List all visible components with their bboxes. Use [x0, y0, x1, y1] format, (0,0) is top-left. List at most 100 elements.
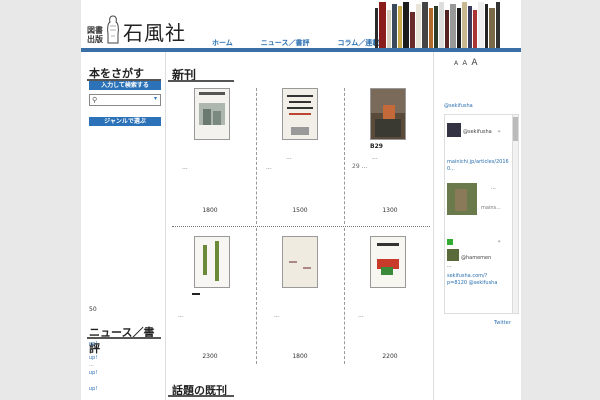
chevron-down-icon[interactable]: ▾	[154, 95, 157, 102]
book-spine	[402, 2, 410, 48]
book-excerpt: ...	[358, 312, 364, 319]
book-spine	[461, 2, 468, 48]
tweet-link[interactable]: sekifusha.com/?p=8120 @sekifusha	[447, 273, 507, 287]
book-excerpt: ...	[286, 154, 292, 161]
heading-rule	[168, 395, 234, 397]
feed-scrollbar[interactable]	[512, 115, 518, 313]
genre-button[interactable]: ジャンルで選ぶ	[89, 117, 161, 126]
tweet-card-dots: ...	[491, 185, 496, 191]
logo-seal: 図書出版	[87, 25, 103, 44]
book-price: 1800	[292, 353, 308, 360]
sidebar-count: 50	[89, 306, 97, 313]
book-spine	[415, 4, 421, 48]
twitter-link[interactable]: Twitter	[494, 320, 511, 326]
book-spine	[398, 6, 402, 48]
book-card[interactable]: ... 1800	[256, 232, 344, 368]
book-cover[interactable]	[370, 88, 406, 140]
bird-icon: ✦	[497, 129, 502, 135]
book-spine	[449, 4, 456, 48]
left-sidebar: 本をさがす 入力して検索する ⚲ ▾ ジャンルで選ぶ 50 ニュース／書評 up…	[81, 52, 165, 400]
book-card[interactable]: ... 2300	[166, 232, 254, 368]
avatar	[447, 249, 459, 261]
book-price: 2200	[382, 353, 398, 360]
grid-divider	[172, 226, 430, 227]
book-spine	[445, 10, 449, 48]
book-price: 1300	[382, 207, 398, 214]
news-link[interactable]: up!	[89, 355, 97, 361]
book-spine	[438, 2, 445, 48]
main-nav: ホーム ニュース／書評 コラム／連載	[212, 38, 379, 48]
avatar	[447, 123, 461, 137]
grid-divider	[344, 88, 345, 224]
search-input[interactable]	[100, 104, 152, 114]
scrollbar-thumb[interactable]	[513, 117, 518, 141]
book-card[interactable]: B29 ... 29 ... 1300	[346, 88, 434, 224]
twitter-feed: @sekifusha ✦ mainichi.jp/articles/2016 0…	[444, 114, 519, 314]
book-excerpt: ...	[266, 164, 272, 171]
book-card[interactable]: ... 2200	[346, 232, 434, 368]
news-heading: ニュース／書評	[89, 326, 155, 355]
book-excerpt: ...	[182, 164, 188, 171]
book-spine	[472, 10, 477, 48]
search-icon: ⚲	[92, 96, 98, 104]
heading-rule	[168, 80, 234, 82]
book-title-label: B29	[370, 143, 383, 150]
book-spine	[375, 8, 379, 48]
book-cover[interactable]	[194, 88, 230, 140]
grid-divider	[344, 228, 345, 364]
nav-home[interactable]: ホーム	[212, 38, 233, 48]
tweet-ellipsis: ...	[447, 263, 452, 269]
twitter-handle[interactable]: @sekifusha	[444, 103, 473, 109]
book-price: 1800	[202, 207, 218, 214]
input-search-button[interactable]: 入力して検索する	[89, 81, 161, 90]
font-size-controls: A A A	[454, 58, 479, 68]
book-spine	[484, 4, 489, 48]
book-spine	[433, 6, 438, 48]
main-content: 新刊 ... 1800 ... ... 1500 B29 ... 29 ... …	[165, 52, 434, 400]
right-sidebar: A A A @sekifusha @sekifusha ✦ mainichi.j…	[433, 52, 522, 400]
book-spine	[456, 8, 461, 48]
book-spine	[429, 8, 433, 48]
tweet-link[interactable]: mainichi.jp/articles/2016 0...	[447, 159, 509, 173]
news-ellipsis: ...	[89, 362, 94, 368]
book-excerpt: ...	[274, 312, 280, 319]
book-card[interactable]: ... ... 1500	[256, 88, 344, 224]
book-excerpt: ...	[178, 312, 184, 319]
book-excerpt: ...	[372, 154, 378, 161]
book-card[interactable]: ... 1800	[166, 88, 254, 224]
tweet-image[interactable]	[447, 183, 477, 215]
book-spine	[422, 2, 429, 48]
tweet-card-label[interactable]: mains...	[481, 205, 501, 211]
book-spine	[391, 4, 398, 48]
book-spine	[379, 2, 386, 48]
book-price: 1500	[292, 207, 308, 214]
search-box: ⚲ ▾	[89, 94, 161, 114]
book-spine	[410, 12, 415, 48]
heading-rule	[87, 337, 161, 339]
book-cover[interactable]	[282, 88, 318, 140]
font-size-medium[interactable]: A	[462, 59, 468, 67]
divider-mark	[192, 293, 200, 295]
header-books-image	[375, 2, 501, 48]
book-spine	[495, 2, 500, 48]
book-spine	[489, 8, 495, 48]
tweet-account[interactable]: @sekifusha	[463, 129, 492, 135]
site-name: 石風社	[123, 21, 186, 45]
tweet-account[interactable]: @hamemen	[461, 255, 491, 261]
news-link[interactable]: up!	[89, 341, 97, 347]
nav-columns[interactable]: コラム／連載	[337, 38, 379, 48]
news-link[interactable]: up!	[89, 370, 97, 376]
book-cover[interactable]	[370, 236, 406, 288]
site-logo[interactable]: 図書出版 石風社	[87, 14, 186, 44]
book-cover[interactable]	[282, 236, 318, 288]
news-link[interactable]: up!	[89, 386, 97, 392]
nav-news-reviews[interactable]: ニュース／書評	[261, 38, 310, 48]
book-excerpt: 29 ...	[352, 163, 368, 170]
book-cover[interactable]	[194, 236, 230, 288]
font-size-small[interactable]: A	[454, 60, 459, 67]
font-size-large[interactable]: A	[471, 58, 478, 68]
book-spine	[386, 10, 391, 48]
page: 図書出版 石風社 ホーム ニュース／書評 コラム／連載 本をさがす 入力して検索…	[81, 0, 521, 400]
book-price: 2300	[202, 353, 218, 360]
bird-icon: ✦	[497, 239, 502, 245]
